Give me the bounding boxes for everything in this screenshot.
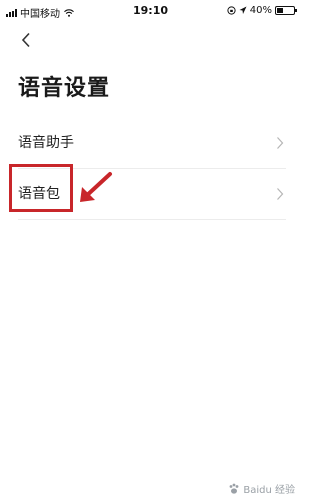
watermark: Baidu 经验: [228, 481, 295, 496]
battery-percent: 40%: [249, 5, 272, 16]
annotation-arrow-icon: [80, 172, 112, 202]
battery-fill: [277, 8, 283, 13]
watermark-text: Baidu 经验: [243, 485, 295, 496]
back-button[interactable]: [14, 28, 38, 52]
battery-icon: [275, 6, 297, 15]
status-bar: 中国移动 19:10 40%: [0, 0, 301, 22]
rotation-lock-icon: [227, 6, 236, 15]
list-item-label: 语音助手: [18, 135, 74, 151]
list-item-voice-assistant[interactable]: 语音助手: [18, 118, 286, 169]
location-icon: [239, 6, 247, 14]
paw-logo-icon: [229, 483, 239, 494]
chevron-left-icon: [21, 32, 30, 48]
chevron-right-icon: [277, 137, 284, 149]
status-right: 40%: [227, 5, 297, 16]
page-title: 语音设置: [18, 76, 111, 101]
highlight-box: [9, 164, 73, 212]
chevron-right-icon: [277, 188, 284, 200]
